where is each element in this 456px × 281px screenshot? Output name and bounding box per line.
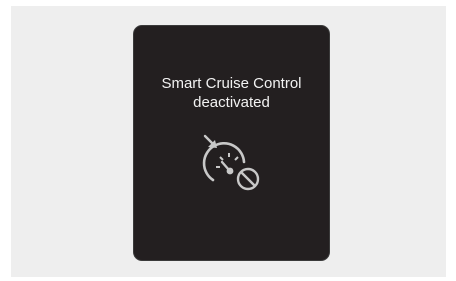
- screen-background: Smart Cruise Control deactivated: [11, 6, 446, 277]
- notification-message: Smart Cruise Control deactivated: [134, 74, 329, 112]
- notification-line-2: deactivated: [193, 94, 270, 111]
- cluster-notification-popup: Smart Cruise Control deactivated: [133, 25, 330, 261]
- cruise-control-off-icon: [202, 134, 260, 191]
- notification-line-1: Smart Cruise Control: [161, 75, 302, 92]
